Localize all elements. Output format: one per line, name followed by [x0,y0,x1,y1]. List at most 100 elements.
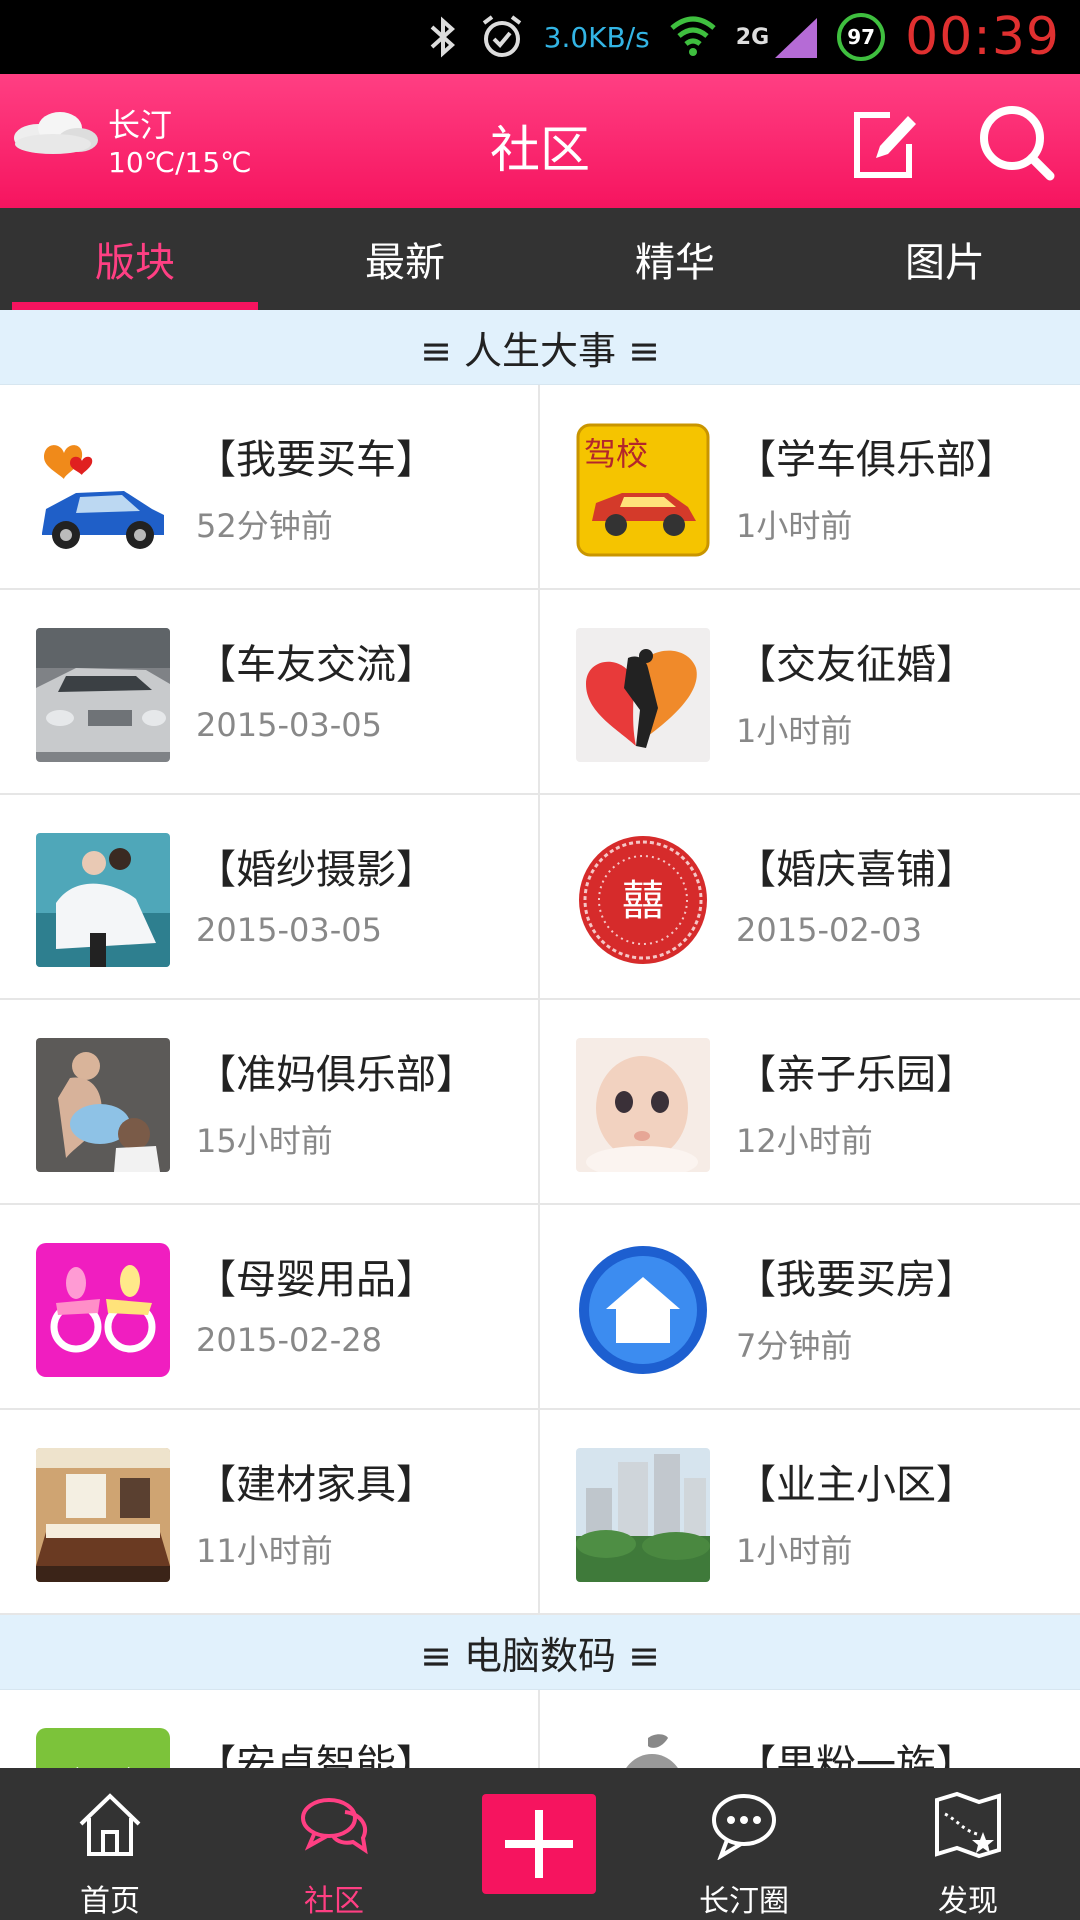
forum-board-list[interactable]: ≡ 人生大事 ≡ 【我要买车】 52分钟前 驾校 【学车俱乐部】 1小时前 【车… [0,310,1080,1768]
app-header: 长汀 10℃/15℃ 社区 [0,74,1080,208]
speech-bubble-icon [712,1794,776,1860]
nav-label: 社区 [304,1884,364,1919]
baby-thumb [576,1038,710,1172]
board-title: 【交友征婚】 [736,642,976,688]
home-icon [79,1793,141,1856]
signal-icon [773,14,819,60]
board-item[interactable]: 【母婴用品】 2015-02-28 [0,1205,540,1410]
board-grid: 【安卓智能】 【果粉一族】 [0,1690,1080,1768]
clock: 00:39 [905,7,1060,67]
board-last-post-time: 1小时前 [736,1532,853,1570]
board-title: 【亲子乐园】 [736,1052,976,1098]
board-last-post-time: 2015-02-03 [736,911,922,949]
board-title: 【母婴用品】 [196,1257,436,1303]
plus-icon [505,1810,573,1878]
board-title: 【准妈俱乐部】 [196,1052,476,1098]
board-title: 【婚庆喜铺】 [736,847,976,893]
tab-label: 最新 [365,240,445,286]
add-post-button[interactable] [482,1794,596,1894]
board-last-post-time: 15小时前 [196,1122,333,1160]
nav-label: 发现 [938,1884,998,1919]
compose-button[interactable] [836,98,924,186]
board-title: 【业主小区】 [736,1462,976,1508]
net-speed: 3.0KB/s [543,20,650,54]
silver-car-thumb [36,628,170,762]
board-title: 【建材家具】 [196,1462,436,1508]
board-item[interactable]: 【业主小区】 1小时前 [540,1410,1080,1615]
board-item[interactable]: 【交友征婚】 1小时前 [540,590,1080,795]
board-item[interactable]: 囍 【婚庆喜铺】 2015-02-03 [540,795,1080,1000]
board-item[interactable]: 【婚纱摄影】 2015-03-05 [0,795,540,1000]
section-header: ≡ 电脑数码 ≡ [0,1615,1080,1690]
tab-latest[interactable]: 最新 [270,208,540,310]
board-item[interactable]: 【安卓智能】 [0,1690,540,1768]
nav-home[interactable]: 首页 [2,1768,218,1920]
board-title: 【婚纱摄影】 [196,847,436,893]
board-item[interactable]: 【亲子乐园】 12小时前 [540,1000,1080,1205]
tab-label: 图片 [905,240,985,286]
tab-label: 版块 [95,240,175,286]
board-item[interactable]: 【我要买车】 52分钟前 [0,385,540,590]
driving-school-thumb: 驾校 [576,423,710,557]
nav-changting-circle[interactable]: 长汀圈 [636,1768,852,1920]
status-bar: 3.0KB/s 2G 97 00:39 [0,0,1080,74]
board-item[interactable]: 【果粉一族】 [540,1690,1080,1768]
wedding-photo-thumb [36,833,170,967]
board-title: 【我要买车】 [196,437,436,483]
board-item[interactable]: 【准妈俱乐部】 15小时前 [0,1000,540,1205]
board-last-post-time: 52分钟前 [196,507,333,545]
board-grid: 【我要买车】 52分钟前 驾校 【学车俱乐部】 1小时前 【车友交流】 2015… [0,385,1080,1615]
board-title: 【车友交流】 [196,642,436,688]
search-button[interactable] [972,98,1060,186]
nav-community[interactable]: 社区 [226,1768,442,1920]
board-last-post-time: 2015-03-05 [196,706,382,744]
tab-featured[interactable]: 精华 [540,208,810,310]
board-last-post-time: 2015-03-05 [196,911,382,949]
android-thumb [36,1728,170,1768]
apple-thumb [576,1728,710,1768]
svg-text:驾校: 驾校 [584,435,648,473]
board-last-post-time: 2015-02-28 [196,1321,382,1359]
board-item[interactable]: 【我要买房】 7分钟前 [540,1205,1080,1410]
bedroom-thumb [36,1448,170,1582]
nav-discover[interactable]: 发现 [860,1768,1076,1920]
board-last-post-time: 12小时前 [736,1122,873,1160]
board-item[interactable]: 驾校 【学车俱乐部】 1小时前 [540,385,1080,590]
board-last-post-time: 1小时前 [736,507,853,545]
svg-text:囍: 囍 [622,876,664,925]
tab-sections[interactable]: 版块 [0,208,270,310]
section-header: ≡ 人生大事 ≡ [0,310,1080,385]
car-thumb [36,423,170,557]
chat-bubbles-icon [301,1798,368,1855]
alarm-icon [478,13,526,61]
board-item[interactable]: 【车友交流】 2015-03-05 [0,590,540,795]
pregnant-couple-thumb [36,1038,170,1172]
pacifier-thumb [36,1243,170,1377]
map-icon [935,1791,1001,1859]
board-title: 【果粉一族】 [736,1742,976,1768]
board-title: 【我要买房】 [736,1257,976,1303]
tab-active-indicator [12,302,258,310]
board-last-post-time: 1小时前 [736,712,853,750]
tab-label: 精华 [635,240,715,286]
apartment-thumb [576,1448,710,1582]
edit-icon [854,112,916,178]
bottom-navigation: 首页 社区 长汀圈 发现 [0,1768,1080,1920]
heart-couple-thumb [576,628,710,762]
tab-bar: 版块 最新 精华 图片 [0,208,1080,310]
board-last-post-time: 11小时前 [196,1532,333,1570]
wifi-icon [668,12,718,62]
nav-label: 首页 [80,1884,140,1919]
search-icon [980,106,1055,181]
house-thumb [576,1243,710,1377]
board-title: 【安卓智能】 [196,1742,436,1768]
network-type: 2G [735,24,770,50]
double-happiness-thumb: 囍 [576,833,710,967]
board-title: 【学车俱乐部】 [736,437,1016,483]
tab-images[interactable]: 图片 [810,208,1080,310]
bluetooth-icon [426,15,460,59]
board-last-post-time: 7分钟前 [736,1327,853,1365]
battery-indicator: 97 [837,13,886,61]
nav-label: 长汀圈 [699,1884,789,1919]
board-item[interactable]: 【建材家具】 11小时前 [0,1410,540,1615]
